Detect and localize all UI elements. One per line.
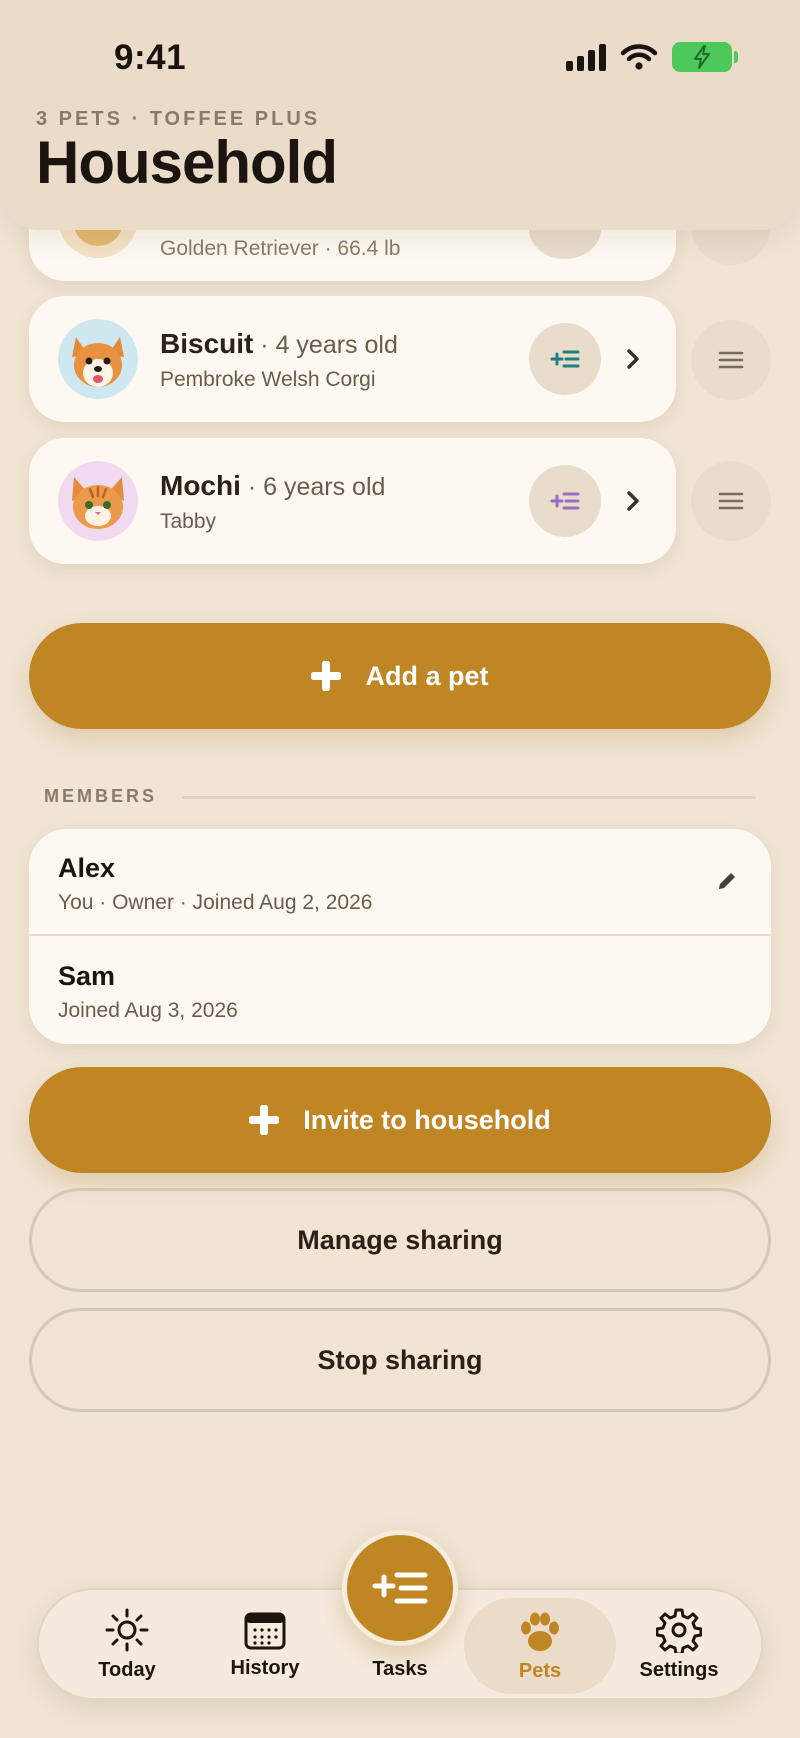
stop-sharing-button[interactable]: Stop sharing bbox=[29, 1308, 771, 1412]
stop-sharing-label: Stop sharing bbox=[317, 1344, 483, 1375]
pet-card-biscuit[interactable]: Biscuit · 4 years old Pembroke Welsh Cor… bbox=[29, 296, 676, 422]
add-task-icon bbox=[372, 1572, 428, 1604]
gear-icon bbox=[656, 1608, 702, 1653]
pet-age: 4 years old bbox=[275, 331, 398, 359]
chevron-right-icon[interactable] bbox=[625, 482, 645, 520]
invite-button[interactable]: Invite to household bbox=[29, 1067, 771, 1173]
status-time: 9:41 bbox=[114, 38, 187, 77]
pet-breed: Pembroke Welsh Corgi bbox=[160, 368, 376, 391]
member-detail: You · Owner · Joined Aug 2, 2026 bbox=[58, 891, 373, 914]
plus-icon bbox=[311, 661, 342, 691]
pet-name-line: Biscuit · 4 years old bbox=[160, 328, 398, 359]
page-title: Household bbox=[36, 129, 338, 196]
calendar-icon bbox=[244, 1612, 286, 1649]
add-pet-button[interactable]: Add a pet bbox=[29, 623, 771, 729]
tab-history[interactable]: History bbox=[200, 1590, 330, 1698]
battery-charging-icon bbox=[672, 42, 738, 72]
tab-label: Today bbox=[98, 1658, 156, 1681]
menu-icon bbox=[718, 492, 744, 510]
invite-label: Invite to household bbox=[303, 1104, 551, 1135]
pet-menu-button-mochi[interactable] bbox=[691, 461, 771, 541]
tab-label-tasks: Tasks bbox=[372, 1658, 428, 1680]
pet-menu-button-biscuit[interactable] bbox=[691, 320, 771, 400]
tab-label: Settings bbox=[639, 1658, 719, 1681]
member-name: Alex bbox=[58, 853, 116, 883]
tab-label: Pets bbox=[518, 1659, 562, 1682]
add-pet-label: Add a pet bbox=[365, 660, 489, 691]
member-row[interactable]: Sam Joined Aug 3, 2026 bbox=[29, 937, 771, 1044]
pet-card-mochi[interactable]: Mochi · 6 years old Tabby bbox=[29, 438, 676, 564]
member-detail: Joined Aug 3, 2026 bbox=[58, 999, 238, 1022]
pet-name: Biscuit bbox=[160, 328, 254, 359]
members-section-label: MEMBERS bbox=[44, 786, 158, 806]
pencil-icon[interactable] bbox=[715, 869, 739, 893]
members-list: Alex You · Owner · Joined Aug 2, 2026 Sa… bbox=[29, 829, 771, 1044]
add-task-icon bbox=[550, 492, 580, 510]
tabby-cat-avatar bbox=[58, 461, 138, 541]
add-task-button[interactable] bbox=[529, 323, 601, 395]
chevron-right-icon[interactable] bbox=[625, 340, 645, 378]
header: 9:41 3 PETS · TOFFEE PLUS Household bbox=[0, 0, 800, 230]
pet-breed: Golden Retriever · 66.4 lb bbox=[160, 237, 401, 260]
tasks-fab-button[interactable] bbox=[342, 1530, 458, 1646]
menu-icon bbox=[718, 351, 744, 369]
member-row[interactable]: Alex You · Owner · Joined Aug 2, 2026 bbox=[29, 829, 771, 936]
cellular-signal-icon bbox=[566, 43, 606, 71]
add-task-button[interactable] bbox=[529, 465, 601, 537]
pet-age: 6 years old bbox=[263, 473, 386, 501]
plus-icon bbox=[249, 1105, 280, 1135]
tab-settings[interactable]: Settings bbox=[614, 1590, 744, 1698]
wifi-icon bbox=[620, 44, 658, 70]
pet-name-line: Mochi · 6 years old bbox=[160, 470, 386, 501]
pet-name: Mochi bbox=[160, 470, 241, 501]
corgi-avatar bbox=[58, 319, 138, 399]
member-name: Sam bbox=[58, 961, 116, 991]
manage-sharing-button[interactable]: Manage sharing bbox=[29, 1188, 771, 1292]
section-divider bbox=[182, 796, 756, 799]
sun-icon bbox=[105, 1608, 149, 1651]
pet-breed: Tabby bbox=[160, 510, 217, 533]
tab-today[interactable]: Today bbox=[62, 1590, 192, 1698]
add-task-icon bbox=[550, 350, 580, 368]
tab-pets[interactable]: Pets bbox=[464, 1598, 616, 1694]
manage-sharing-label: Manage sharing bbox=[297, 1224, 503, 1255]
status-icons bbox=[566, 42, 738, 72]
paw-icon bbox=[521, 1612, 559, 1651]
tab-label: History bbox=[230, 1656, 300, 1679]
